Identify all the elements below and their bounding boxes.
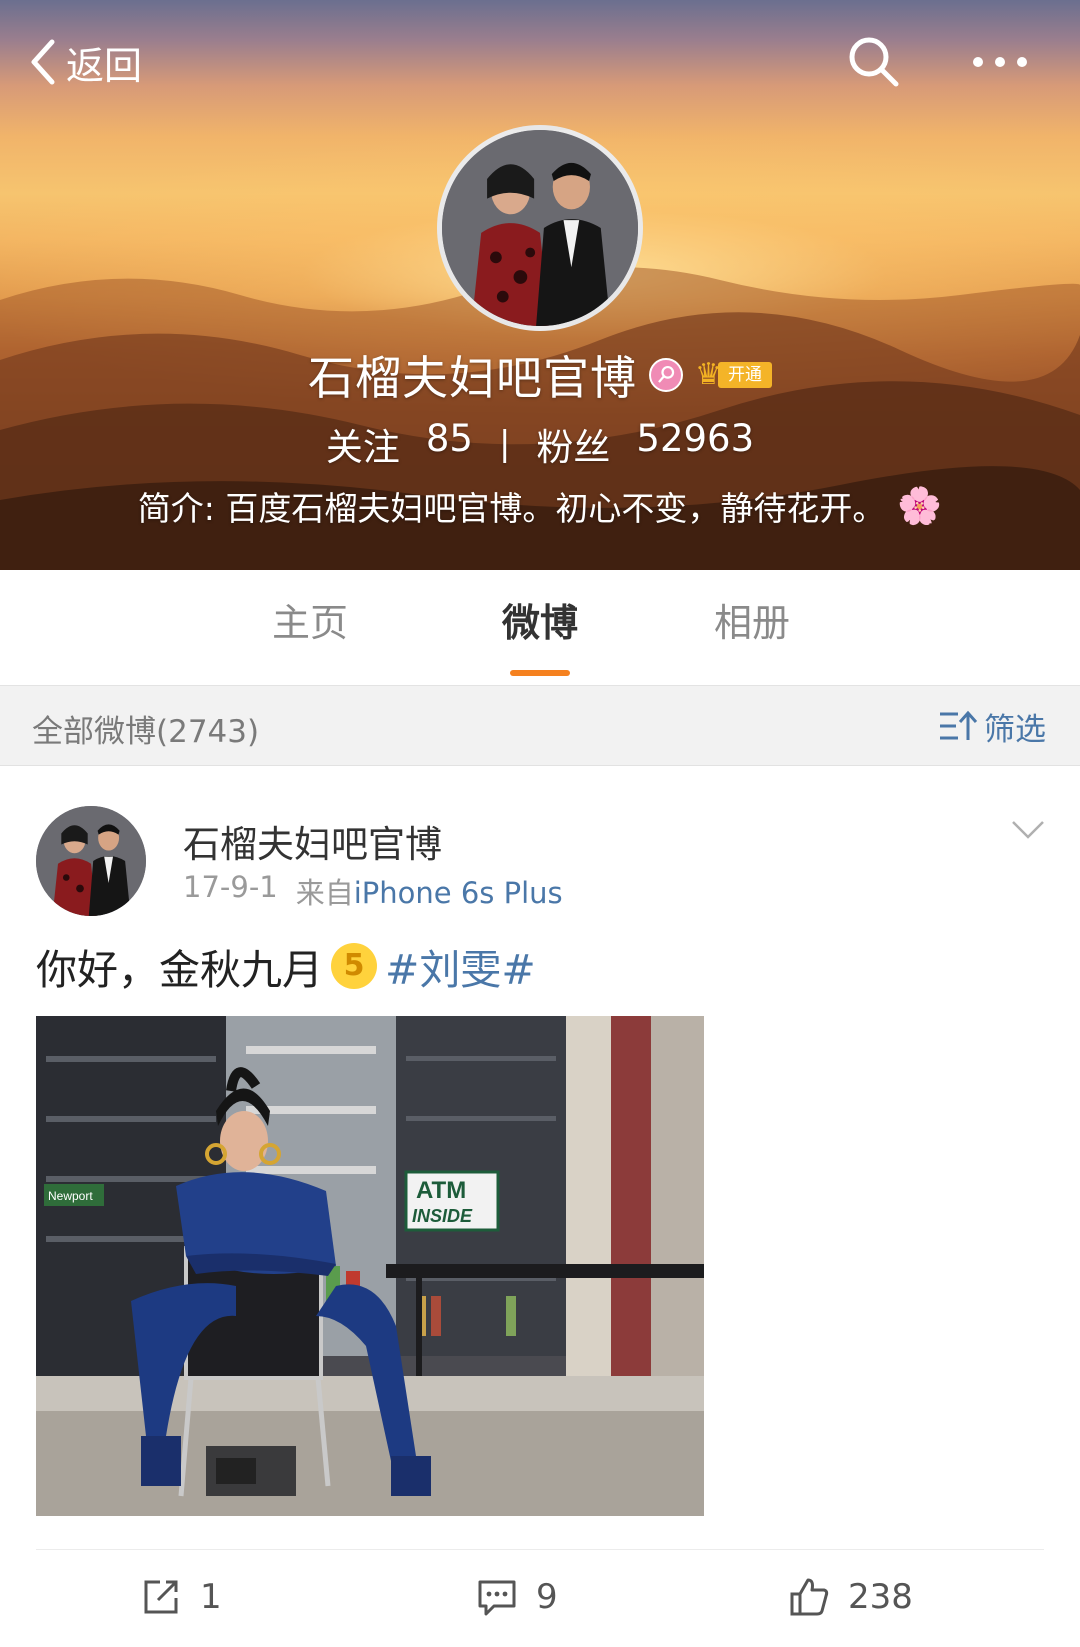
post-date: 17-9-1 bbox=[183, 870, 278, 904]
post-author-name[interactable]: 石榴夫妇吧官博 bbox=[183, 814, 442, 868]
comment-icon bbox=[478, 1580, 516, 1616]
number-five-emoji-icon: 5 bbox=[331, 943, 377, 989]
post-image[interactable]: Newport ATM INSIDE bbox=[36, 1016, 704, 1516]
couple-photo bbox=[442, 130, 638, 326]
filter-bar: 全部微博(2743) 筛选 bbox=[0, 686, 1080, 766]
post-text-body: 你好，金秋九月 bbox=[36, 946, 323, 994]
like-count: 238 bbox=[848, 1577, 913, 1617]
repost-button[interactable]: 1 bbox=[140, 1572, 222, 1622]
active-tab-indicator bbox=[510, 670, 570, 676]
comment-count: 9 bbox=[536, 1577, 558, 1617]
stats-divider: | bbox=[498, 424, 511, 464]
profile-stats: 关注 85 | 粉丝 52963 bbox=[0, 417, 1080, 471]
post-hashtag[interactable]: #刘雯# bbox=[385, 936, 536, 996]
atm-sign-line2: INSIDE bbox=[412, 1206, 473, 1226]
back-button[interactable]: 返回 bbox=[28, 34, 142, 90]
post-source-link[interactable]: iPhone 6s Plus bbox=[354, 876, 563, 910]
profile-name-row: 石榴夫妇吧官博 ♛ 开通 bbox=[0, 344, 1080, 406]
chevron-down-icon[interactable] bbox=[1010, 818, 1046, 842]
back-label: 返回 bbox=[66, 43, 143, 88]
all-posts-count[interactable]: 全部微博(2743) bbox=[32, 706, 259, 751]
post-meta: 17-9-1 来自iPhone 6s Plus bbox=[183, 870, 563, 912]
cherry-blossom-icon: 🌸 bbox=[897, 486, 943, 527]
followers-count: 52963 bbox=[636, 417, 755, 460]
search-button[interactable] bbox=[846, 34, 902, 90]
chevron-left-icon bbox=[31, 39, 55, 85]
member-open-tag: 开通 bbox=[717, 362, 772, 388]
tab-home[interactable]: 主页 bbox=[230, 592, 390, 652]
followers-label: 粉丝 bbox=[536, 426, 611, 469]
tab-album[interactable]: 相册 bbox=[672, 592, 832, 652]
member-badge[interactable]: ♛ 开通 bbox=[695, 360, 772, 390]
post-card: 石榴夫妇吧官博 17-9-1 来自iPhone 6s Plus 你好，金秋九月 … bbox=[0, 766, 1080, 1647]
repost-icon bbox=[144, 1580, 178, 1614]
bio-text: 简介: 百度石榴夫妇吧官博。初心不变，静待花开。 bbox=[137, 489, 886, 528]
more-options-button[interactable] bbox=[968, 44, 1032, 80]
comment-button[interactable]: 9 bbox=[476, 1572, 558, 1622]
photo-street-scene: Newport ATM INSIDE bbox=[36, 1016, 704, 1516]
profile-name: 石榴夫妇吧官博 bbox=[308, 351, 638, 405]
following-stat[interactable]: 关注 85 bbox=[326, 417, 473, 471]
thumbs-up-icon bbox=[790, 1578, 829, 1616]
profile-cover: 返回 石榴夫妇吧官博 ♛ 开通 关注 85 | 粉丝 52963 简介: 百度石… bbox=[0, 0, 1080, 570]
filter-sort-icon bbox=[940, 710, 978, 740]
profile-tabs: 主页 微博 相册 bbox=[0, 570, 1080, 686]
profile-bio: 简介: 百度石榴夫妇吧官博。初心不变，静待花开。 🌸 bbox=[0, 482, 1080, 530]
newport-sign-text: Newport bbox=[48, 1189, 93, 1203]
post-author-avatar[interactable] bbox=[36, 806, 146, 916]
following-count: 85 bbox=[425, 417, 473, 460]
post-source-prefix: 来自 bbox=[295, 876, 354, 910]
filter-label: 筛选 bbox=[984, 711, 1046, 748]
filter-button[interactable]: 筛选 bbox=[938, 704, 1046, 748]
more-dots-icon bbox=[973, 57, 1027, 67]
post-text: 你好，金秋九月 5 #刘雯# bbox=[36, 938, 536, 994]
female-verified-icon[interactable] bbox=[649, 358, 684, 392]
tab-weibo[interactable]: 微博 bbox=[460, 592, 620, 652]
like-button[interactable]: 238 bbox=[788, 1572, 913, 1622]
search-icon bbox=[849, 37, 899, 87]
couple-photo bbox=[36, 806, 146, 916]
followers-stat[interactable]: 粉丝 52963 bbox=[536, 417, 754, 471]
profile-avatar[interactable] bbox=[437, 125, 643, 331]
repost-count: 1 bbox=[200, 1577, 222, 1617]
following-label: 关注 bbox=[325, 426, 400, 469]
post-action-bar: 1 9 238 bbox=[36, 1549, 1044, 1645]
atm-sign-line1: ATM bbox=[416, 1177, 466, 1204]
